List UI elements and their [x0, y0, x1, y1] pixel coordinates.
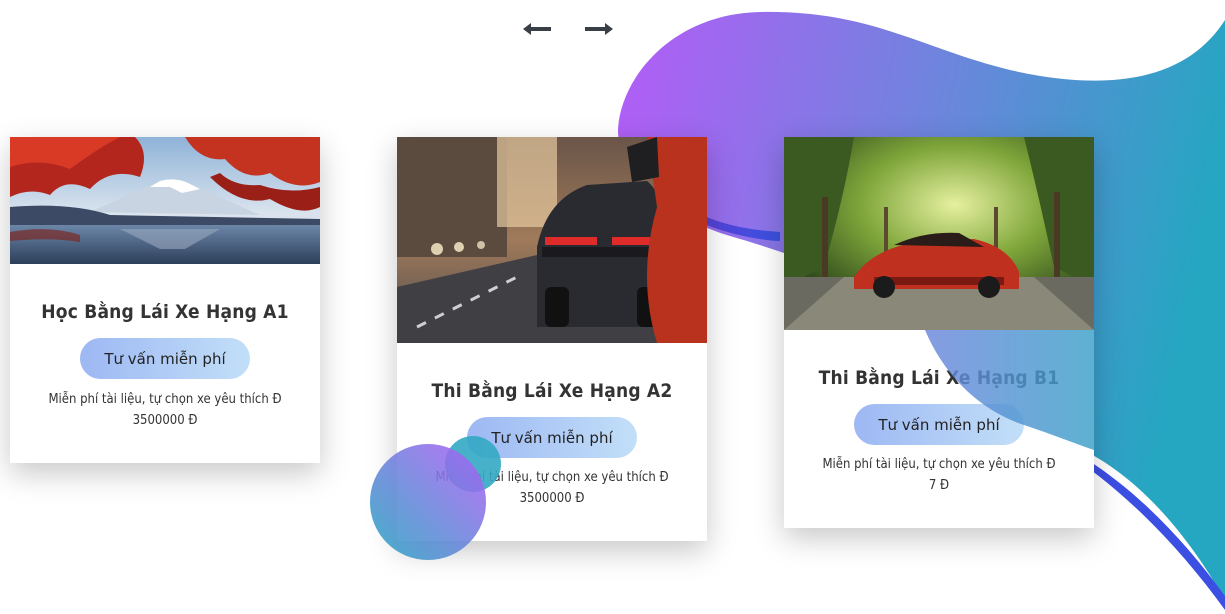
course-card-a2[interactable]: Thi Bằng Lái Xe Hạng A2 Tư vấn miễn phí …: [397, 137, 707, 541]
card-price: 7 Đ: [928, 478, 950, 493]
free-consult-button[interactable]: Tư vấn miễn phí: [80, 338, 250, 379]
card-price: 3500000 Đ: [519, 491, 585, 506]
card-description: Miễn phí tài liệu, tự chọn xe yêu thích …: [804, 454, 1074, 496]
card-desc-text: Miễn phí tài liệu, tự chọn xe yêu thích …: [435, 470, 669, 485]
card-desc-text: Miễn phí tài liệu, tự chọn xe yêu thích …: [48, 392, 282, 407]
course-card-a1[interactable]: Học Bằng Lái Xe Hạng A1 Tư vấn miễn phí …: [10, 137, 320, 463]
card-price: 3500000 Đ: [132, 413, 198, 428]
card-title: Thi Bằng Lái Xe Hạng B1: [818, 367, 1060, 389]
card-desc-text: Miễn phí tài liệu, tự chọn xe yêu thích …: [822, 457, 1056, 472]
free-consult-button[interactable]: Tư vấn miễn phí: [467, 417, 637, 458]
free-consult-button[interactable]: Tư vấn miễn phí: [854, 404, 1024, 445]
card-title: Học Bằng Lái Xe Hạng A1: [41, 301, 289, 323]
card-image-mountain-lake: [10, 137, 320, 264]
card-description: Miễn phí tài liệu, tự chọn xe yêu thích …: [417, 467, 687, 509]
course-card-b1[interactable]: Thi Bằng Lái Xe Hạng B1 Tư vấn miễn phí …: [784, 137, 1094, 528]
arrow-left-icon[interactable]: [520, 14, 554, 44]
card-title: Thi Bằng Lái Xe Hạng A2: [431, 380, 673, 402]
carousel-nav: [520, 14, 620, 44]
arrow-right-icon[interactable]: [582, 14, 616, 44]
card-image-red-car-forest: [784, 137, 1094, 330]
card-image-sports-car-rear: [397, 137, 707, 343]
card-description: Miễn phí tài liệu, tự chọn xe yêu thích …: [30, 389, 300, 431]
